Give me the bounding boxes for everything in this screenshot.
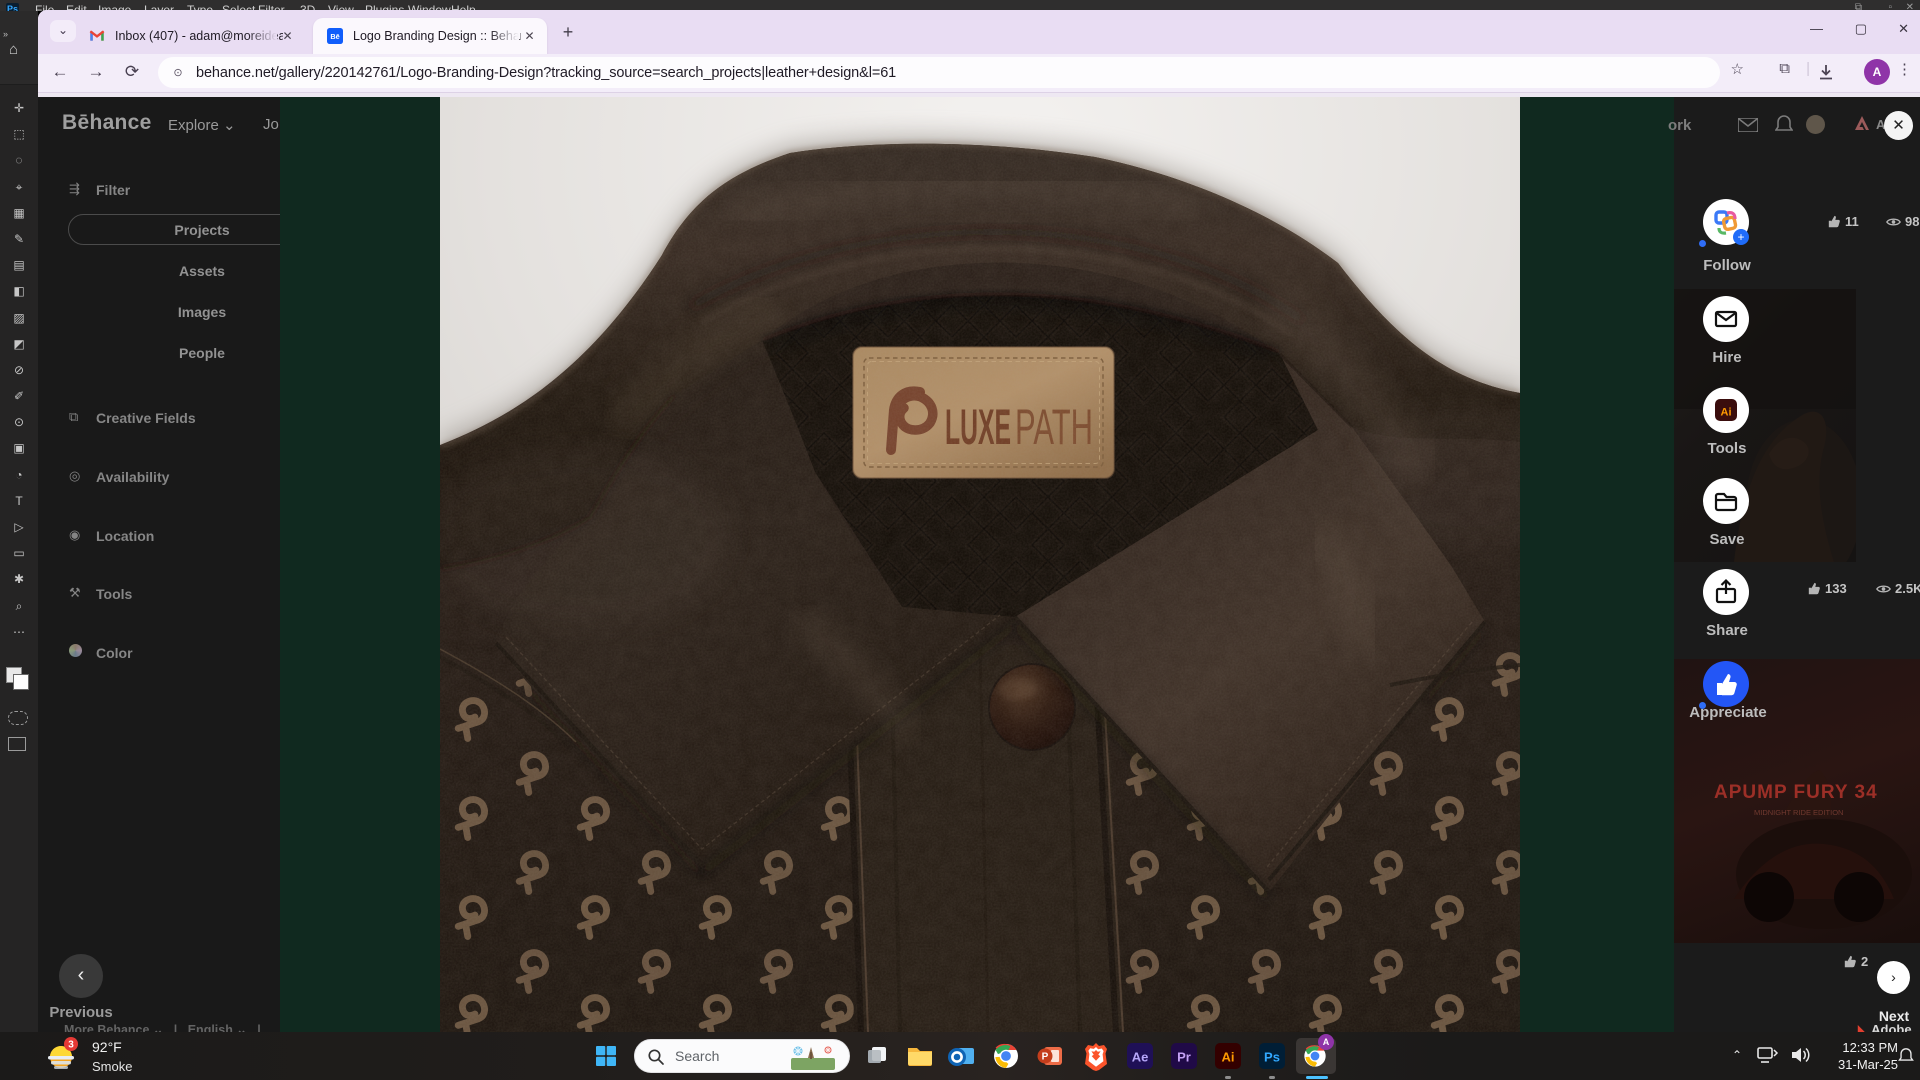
svg-text:3: 3 <box>68 1040 74 1051</box>
svg-text:APUMP FURY 34: APUMP FURY 34 <box>1714 782 1878 803</box>
svg-text:Pr: Pr <box>1177 1050 1191 1065</box>
svg-text:Ae: Ae <box>1132 1050 1149 1065</box>
svg-text:Ps: Ps <box>1264 1050 1280 1065</box>
svg-text:P: P <box>1042 1052 1049 1063</box>
svg-text:Ai: Ai <box>1222 1050 1235 1065</box>
svg-text:Ai: Ai <box>1721 407 1732 419</box>
svg-text:MIDNIGHT RIDE EDITION: MIDNIGHT RIDE EDITION <box>1754 808 1843 817</box>
svg-text:Bē: Bē <box>330 32 339 41</box>
